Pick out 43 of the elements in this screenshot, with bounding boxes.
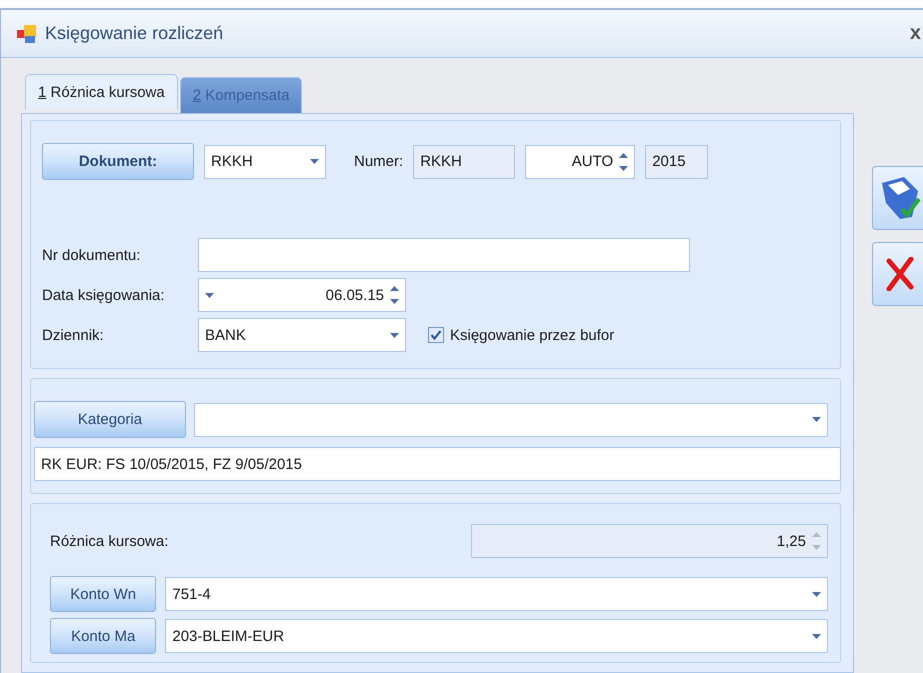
combo-value: 751-4	[172, 586, 211, 602]
document-type-combo[interactable]: RKKH	[204, 144, 326, 178]
buffer-label: Księgowanie przez bufor	[450, 326, 614, 344]
difference-label: Różnica kursowa:	[50, 532, 168, 550]
cancel-button[interactable]	[872, 242, 923, 306]
account-button[interactable]: Konto Ma	[50, 618, 156, 654]
spinner-value: 1,25	[776, 532, 806, 550]
combo-value: RKKH	[211, 153, 253, 170]
window-title: Księgowanie rozliczeń	[45, 23, 224, 44]
journal-label: Dziennik:	[42, 326, 105, 344]
number-prefix-field: RKKH	[413, 144, 516, 178]
date-value: 06.05.15	[326, 286, 384, 304]
combo-value: 203-BLEIM-EUR	[172, 628, 284, 644]
date-field[interactable]: 06.05.15	[198, 278, 406, 312]
year-field: 2015	[645, 144, 708, 178]
document-button[interactable]: Dokument:	[42, 143, 194, 180]
combo-value: BANK	[205, 326, 246, 344]
app-icon	[17, 24, 37, 44]
close-button[interactable]: x	[910, 22, 923, 45]
number-label: Numer:	[354, 153, 404, 170]
dropdown-arrow-icon[interactable]	[812, 634, 821, 638]
save-button[interactable]	[872, 166, 923, 230]
dropdown-arrow-icon[interactable]	[812, 592, 821, 596]
close-icon	[884, 257, 914, 291]
account-combo[interactable]: 751-4	[165, 577, 828, 611]
description-field[interactable]: RK EUR: FS 10/05/2015, FZ 9/05/2015	[34, 447, 841, 481]
dropdown-arrow-icon[interactable]	[205, 292, 214, 298]
doc-number-field[interactable]	[198, 238, 690, 272]
spinner-arrows-icon[interactable]	[390, 285, 399, 305]
category-button[interactable]: Kategoria	[34, 401, 186, 438]
journal-combo[interactable]: BANK	[198, 318, 406, 352]
spinner-value: AUTO	[572, 153, 614, 170]
account-button[interactable]: Konto Wn	[50, 576, 156, 612]
number-spinner[interactable]: AUTO	[525, 144, 636, 178]
dropdown-arrow-icon[interactable]	[310, 159, 319, 164]
account-combo[interactable]: 203-BLEIM-EUR	[165, 619, 828, 653]
tab[interactable]: 1 Różnica kursowa	[25, 74, 178, 110]
date-label: Data księgowania:	[42, 286, 166, 304]
doc-number-label: Nr dokumentu:	[42, 246, 142, 264]
dropdown-arrow-icon[interactable]	[390, 332, 399, 338]
spinner-arrows-icon[interactable]	[619, 152, 628, 172]
dropdown-arrow-icon[interactable]	[812, 417, 821, 422]
buffer-checkbox[interactable]	[428, 327, 444, 343]
